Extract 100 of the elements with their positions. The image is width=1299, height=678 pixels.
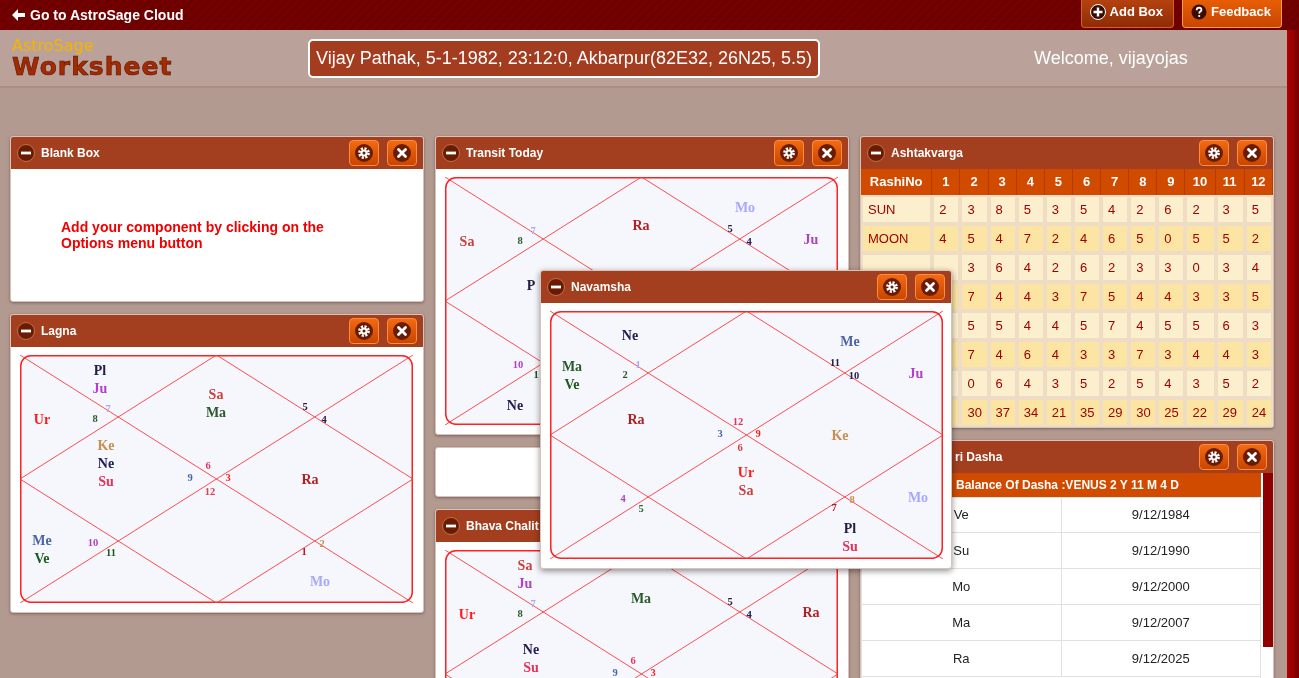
table-cell: 2 (1185, 195, 1216, 224)
close-button[interactable] (915, 274, 945, 300)
table-cell: 8 (988, 195, 1017, 224)
table-cell: 37 (988, 398, 1017, 427)
close-button[interactable] (387, 140, 417, 166)
column-header: 12 (1244, 169, 1273, 195)
table-cell: 4 (1044, 311, 1073, 340)
table-cell: 7 (1101, 311, 1130, 340)
planet-label: Su (842, 538, 858, 554)
table-cell: 34 (1016, 398, 1045, 427)
table-cell: 22 (1185, 398, 1216, 427)
table-cell: 6 (1157, 195, 1186, 224)
table-cell: 7 (1072, 282, 1102, 311)
table-cell: 5 (1244, 282, 1273, 311)
welcome-text: Welcome, vijayojas (1034, 46, 1188, 70)
close-button[interactable] (387, 318, 417, 344)
panel-title: Bhava Chalit (466, 518, 539, 535)
house-number: 9 (612, 666, 618, 678)
table-cell: 9/12/2007 (1061, 604, 1261, 641)
settings-button[interactable] (1199, 140, 1229, 166)
table-cell: 4 (1215, 340, 1245, 369)
table-cell: 30 (960, 398, 989, 427)
house-number: 7 (530, 224, 536, 236)
panel-title: Navamsha (571, 279, 632, 296)
settings-button[interactable] (349, 140, 379, 166)
table-cell: 6 (1016, 340, 1045, 369)
collapse-icon[interactable] (547, 278, 565, 296)
table-cell: 3 (1044, 282, 1073, 311)
panel-title: Lagna (41, 323, 77, 340)
collapse-icon[interactable] (17, 322, 35, 340)
table-cell: 7 (1129, 340, 1158, 369)
table-cell: 5 (1129, 224, 1158, 253)
table-cell: 30 (1129, 398, 1158, 427)
house-number: 1 (533, 368, 539, 380)
planet-label: Me (32, 532, 52, 548)
table-cell: 4 (988, 340, 1017, 369)
house-number: 8 (92, 412, 98, 424)
plus-icon (1089, 3, 1106, 20)
house-number: 11 (830, 356, 840, 368)
close-icon (818, 144, 836, 162)
logo-subtitle: AstroSage (12, 37, 95, 54)
table-cell: 2 (932, 195, 961, 224)
logo-title: Worksheet (12, 53, 174, 79)
collapse-icon[interactable] (442, 517, 460, 535)
house-number: 4 (746, 608, 752, 620)
settings-button[interactable] (1199, 444, 1229, 470)
collapse-icon[interactable] (442, 144, 460, 162)
feedback-button[interactable]: Feedback (1182, 0, 1282, 28)
planet-label: Ma (205, 404, 227, 420)
close-button[interactable] (812, 140, 842, 166)
table-cell: 5 (1244, 195, 1273, 224)
table-cell: 3 (1215, 282, 1245, 311)
table-cell: 5 (1215, 224, 1245, 253)
table-cell: 6 (1101, 224, 1130, 253)
planet-label: Ur (33, 411, 51, 427)
table-cell: 5 (1157, 311, 1186, 340)
settings-button[interactable] (349, 318, 379, 344)
table-cell: 4 (1157, 282, 1186, 311)
house-number: 7 (530, 597, 536, 609)
table-cell: 5 (1016, 195, 1045, 224)
table-cell: 0 (1185, 253, 1216, 282)
house-number: 12 (204, 485, 216, 497)
table-cell: 6 (1072, 253, 1102, 282)
table-cell: 2 (1129, 195, 1158, 224)
planet-label: Pl (93, 362, 107, 378)
settings-icon (780, 144, 798, 162)
table-cell: 4 (932, 224, 961, 253)
table-cell: 5 (1215, 369, 1245, 398)
table-cell: 29 (1101, 398, 1130, 427)
close-button[interactable] (1237, 444, 1267, 470)
collapse-icon[interactable] (867, 144, 885, 162)
close-button[interactable] (1237, 140, 1267, 166)
table-cell: 2 (1101, 369, 1130, 398)
table-cell: 3 (1185, 282, 1216, 311)
table-cell: 4 (1016, 282, 1045, 311)
collapse-icon[interactable] (17, 144, 35, 162)
house-number: 10 (848, 369, 860, 381)
planet-label: Sa (738, 482, 754, 498)
house-number: 2 (622, 368, 628, 380)
table-cell: 4 (1044, 340, 1073, 369)
column-header: 7 (1101, 169, 1130, 195)
settings-button[interactable] (774, 140, 804, 166)
table-cell: 24 (1244, 398, 1273, 427)
table-cell: 6 (1215, 311, 1245, 340)
row-label: MOON (861, 224, 933, 253)
add-box-button[interactable]: Add Box (1080, 0, 1174, 28)
table-cell: 4 (1129, 311, 1158, 340)
column-header: RashiNo (861, 169, 933, 195)
table-cell: 7 (960, 282, 989, 311)
table-cell: 6 (988, 369, 1017, 398)
table-cell: 3 (960, 253, 989, 282)
close-icon (1243, 144, 1261, 162)
scrollbar[interactable] (1263, 473, 1273, 647)
settings-button[interactable] (877, 274, 907, 300)
planet-label: Ju (517, 575, 533, 591)
planet-label: P (526, 277, 536, 293)
table-cell: 4 (1157, 369, 1186, 398)
back-link[interactable]: Go to AstroSage Cloud (12, 0, 184, 30)
table-cell: 9/12/2000 (1061, 568, 1261, 605)
close-icon (921, 278, 939, 296)
